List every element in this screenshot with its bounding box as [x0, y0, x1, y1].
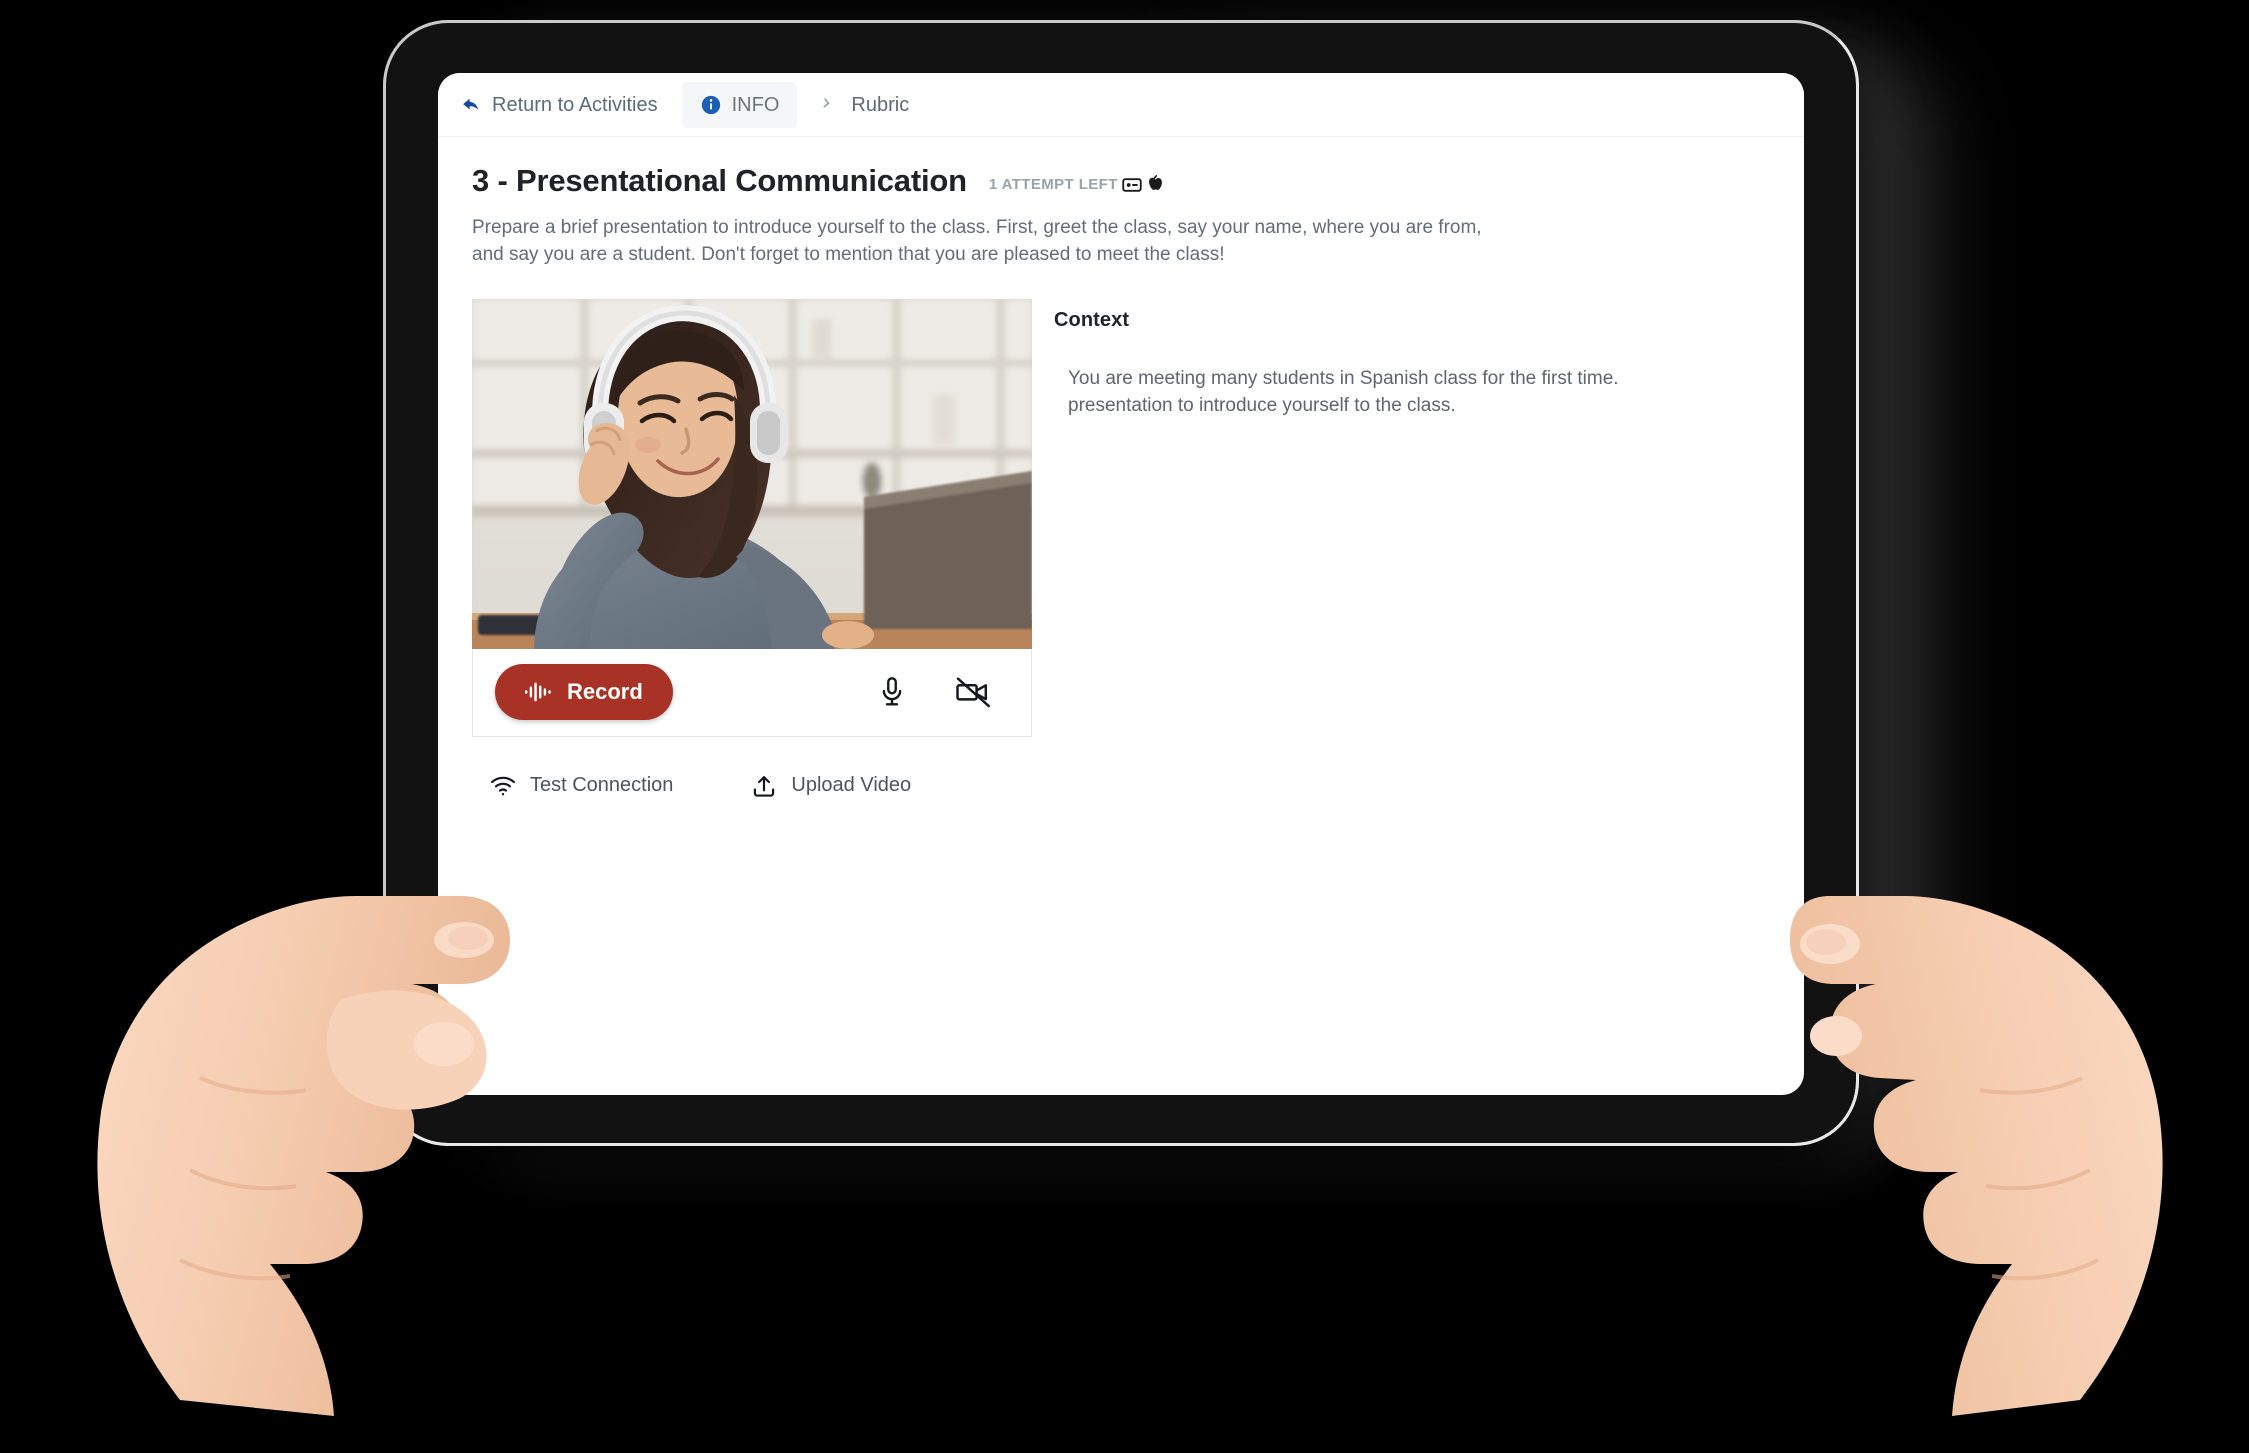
upload-video-button[interactable]: Upload Video	[751, 773, 911, 799]
camera-toggle-button[interactable]	[951, 672, 997, 712]
top-tab-bar: Return to Activities INFO Rubric	[438, 73, 1804, 137]
upload-icon	[751, 773, 777, 799]
wifi-icon	[490, 775, 516, 797]
recorder-bottom-links: Test Connection Upload Video	[472, 773, 1032, 799]
microphone-toggle-button[interactable]	[873, 671, 911, 713]
tab-rubric[interactable]: Rubric	[803, 82, 927, 128]
attempts-left-label: 1 ATTEMPT LEFT	[988, 176, 1118, 193]
tab-rubric-label: Rubric	[851, 93, 910, 116]
page-title: 3 - Presentational Communication	[472, 163, 967, 198]
tablet-device-frame: Return to Activities INFO Rubric 3 - Pre…	[383, 20, 1859, 1146]
back-arrow-icon	[460, 94, 482, 116]
video-preview-thumbnail[interactable]	[472, 298, 1032, 649]
video-preview-illustration	[472, 298, 1032, 649]
screenshot-stage: Return to Activities INFO Rubric 3 - Pre…	[0, 0, 2249, 1453]
context-heading: Context	[1054, 308, 1130, 331]
activity-body-columns: Record Test Connection Upload Video Cont…	[472, 298, 1770, 799]
speaking-badge-icon	[1122, 176, 1142, 194]
context-column: Context You are meeting many students in…	[1054, 299, 1770, 799]
attempt-status: 1 ATTEMPT LEFT	[989, 175, 1164, 194]
activity-instructions: Prepare a brief presentation to introduc…	[472, 217, 1482, 265]
upload-video-label: Upload Video	[791, 774, 912, 797]
info-circle-icon	[700, 94, 722, 116]
waveform-icon	[525, 681, 553, 703]
test-connection-button[interactable]: Test Connection	[490, 774, 673, 797]
record-button[interactable]: Record	[495, 664, 673, 721]
activity-title-row: 3 - Presentational Communication 1 ATTEM…	[472, 163, 1770, 199]
tab-info[interactable]: INFO	[681, 81, 798, 128]
recorder-column: Record Test Connection Upload Video	[472, 298, 1032, 799]
activity-content: 3 - Presentational Communication 1 ATTEM…	[438, 137, 1804, 799]
return-to-activities-button[interactable]: Return to Activities	[456, 82, 676, 128]
tab-info-label: INFO	[731, 93, 780, 116]
tablet-screen: Return to Activities INFO Rubric 3 - Pre…	[438, 73, 1804, 1095]
context-text: You are meeting many students in Spanish…	[1068, 367, 1619, 417]
video-camera-off-icon	[955, 676, 993, 708]
microphone-icon	[877, 675, 907, 709]
test-connection-label: Test Connection	[530, 774, 674, 797]
record-button-label: Record	[567, 679, 643, 705]
rubric-check-icon	[821, 95, 841, 115]
recorder-control-bar: Record	[472, 648, 1032, 737]
return-to-activities-label: Return to Activities	[492, 93, 658, 116]
audio-video-toggles	[873, 671, 997, 713]
apple-badge-icon	[1146, 175, 1164, 194]
